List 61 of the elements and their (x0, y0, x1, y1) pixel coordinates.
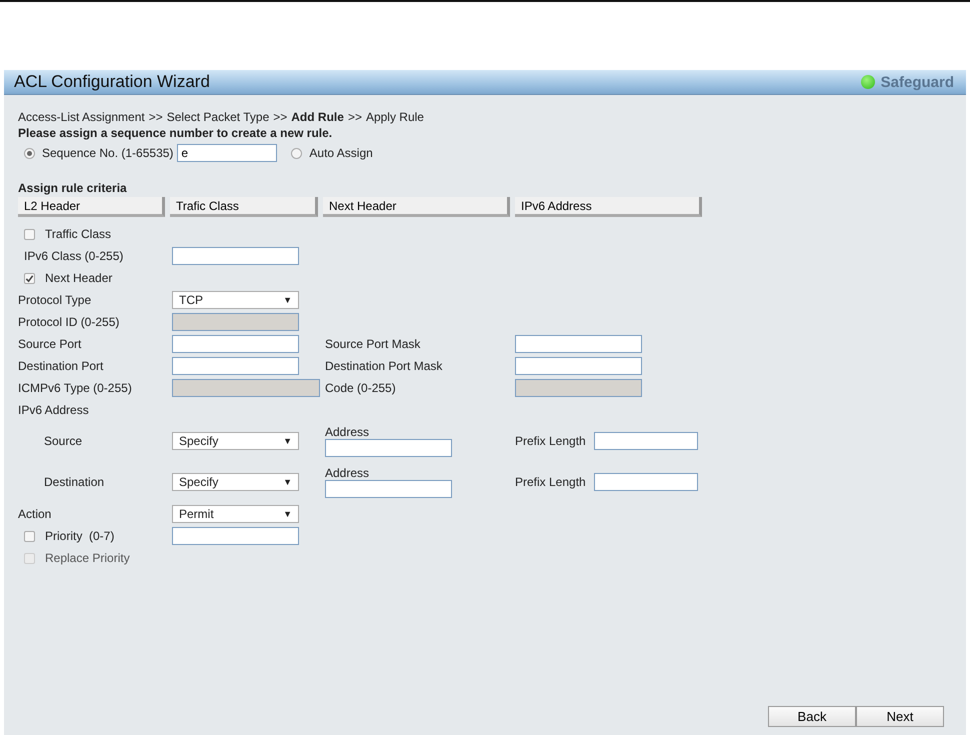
checkbox-label: Replace Priority (45, 551, 130, 565)
field-label: Destination Port Mask (325, 359, 444, 373)
tab[interactable]: Trafic Class (170, 197, 318, 217)
instruction-text: Please assign a sequence number to create a new rule. (18, 125, 334, 141)
input-field[interactable] (172, 335, 299, 353)
checkbox-label: Next Header (45, 271, 112, 285)
sequence-field[interactable]: e (177, 144, 278, 162)
select-dropdown[interactable]: Specify ▼ (172, 472, 299, 490)
input-field[interactable] (515, 357, 642, 375)
radio-button[interactable] (291, 148, 302, 158)
field-label: Prefix Length (515, 434, 586, 448)
checkbox[interactable] (24, 272, 35, 284)
input-field[interactable] (515, 335, 642, 353)
field-label: Source (43, 434, 84, 448)
breadcrumb-step: Apply Rule (366, 109, 424, 125)
tab[interactable]: IPv6 Address (515, 197, 702, 217)
breadcrumb-step: Select Packet Type (166, 109, 270, 125)
breadcrumb-step: Access-List Assignment (18, 109, 145, 125)
wizard-button[interactable]: Next (856, 706, 944, 727)
field-label: Code (0-255) (325, 381, 397, 395)
address-field[interactable] (325, 480, 452, 498)
field-label: Protocol Type (18, 293, 92, 307)
field-label: Destination (43, 474, 106, 488)
input-field[interactable] (172, 247, 299, 265)
field-label: Protocol ID (0-255) (18, 315, 120, 329)
tab[interactable]: L2 Header (18, 197, 165, 217)
field-label: Source Port Mask (325, 337, 422, 351)
field-label: ICMPv6 Type (0-255) (18, 381, 133, 395)
field-label: IPv6 Class (0-255) (23, 249, 124, 263)
address-field[interactable] (325, 438, 452, 456)
breadcrumb-separator: >> (148, 109, 163, 125)
breadcrumb-separator: >> (348, 109, 362, 125)
field-label: Address (325, 424, 370, 438)
section-title: Assign rule criteria (18, 181, 128, 195)
checkbox-label: Traffic Class (45, 227, 112, 241)
wizard-button[interactable]: Back (768, 706, 856, 727)
breadcrumb-separator: >> (273, 109, 288, 125)
field-label: Destination Port (18, 359, 104, 373)
radio-button[interactable] (24, 148, 35, 158)
field-label: Address (325, 466, 370, 480)
checkbox-label: Priority (0-7) (45, 529, 114, 543)
select-dropdown[interactable]: Permit ▼ (172, 505, 299, 523)
status-label: Safeguard (880, 74, 954, 90)
field-label: Action (18, 507, 52, 521)
window-title: ACL Configuration Wizard (14, 72, 210, 92)
select-dropdown[interactable]: Specify ▼ (172, 432, 299, 450)
radio-label: Auto Assign (309, 146, 373, 160)
select-dropdown[interactable]: TCP ▼ (172, 291, 299, 309)
section-label: IPv6 Address (18, 403, 90, 417)
prefix-length-field[interactable] (594, 472, 698, 490)
field-label: Prefix Length (515, 474, 586, 488)
input-field[interactable] (172, 357, 299, 375)
prefix-length-field[interactable] (594, 432, 698, 450)
radio-label: Sequence No. (1-65535) (42, 146, 174, 160)
input-field[interactable] (172, 527, 299, 545)
breadcrumb-step: Add Rule (291, 109, 344, 125)
checkbox[interactable] (24, 228, 35, 240)
field-label: Source Port (18, 337, 82, 351)
checkbox[interactable] (24, 530, 35, 542)
status-dot-icon (860, 75, 875, 89)
tab[interactable]: Next Header (323, 197, 510, 217)
